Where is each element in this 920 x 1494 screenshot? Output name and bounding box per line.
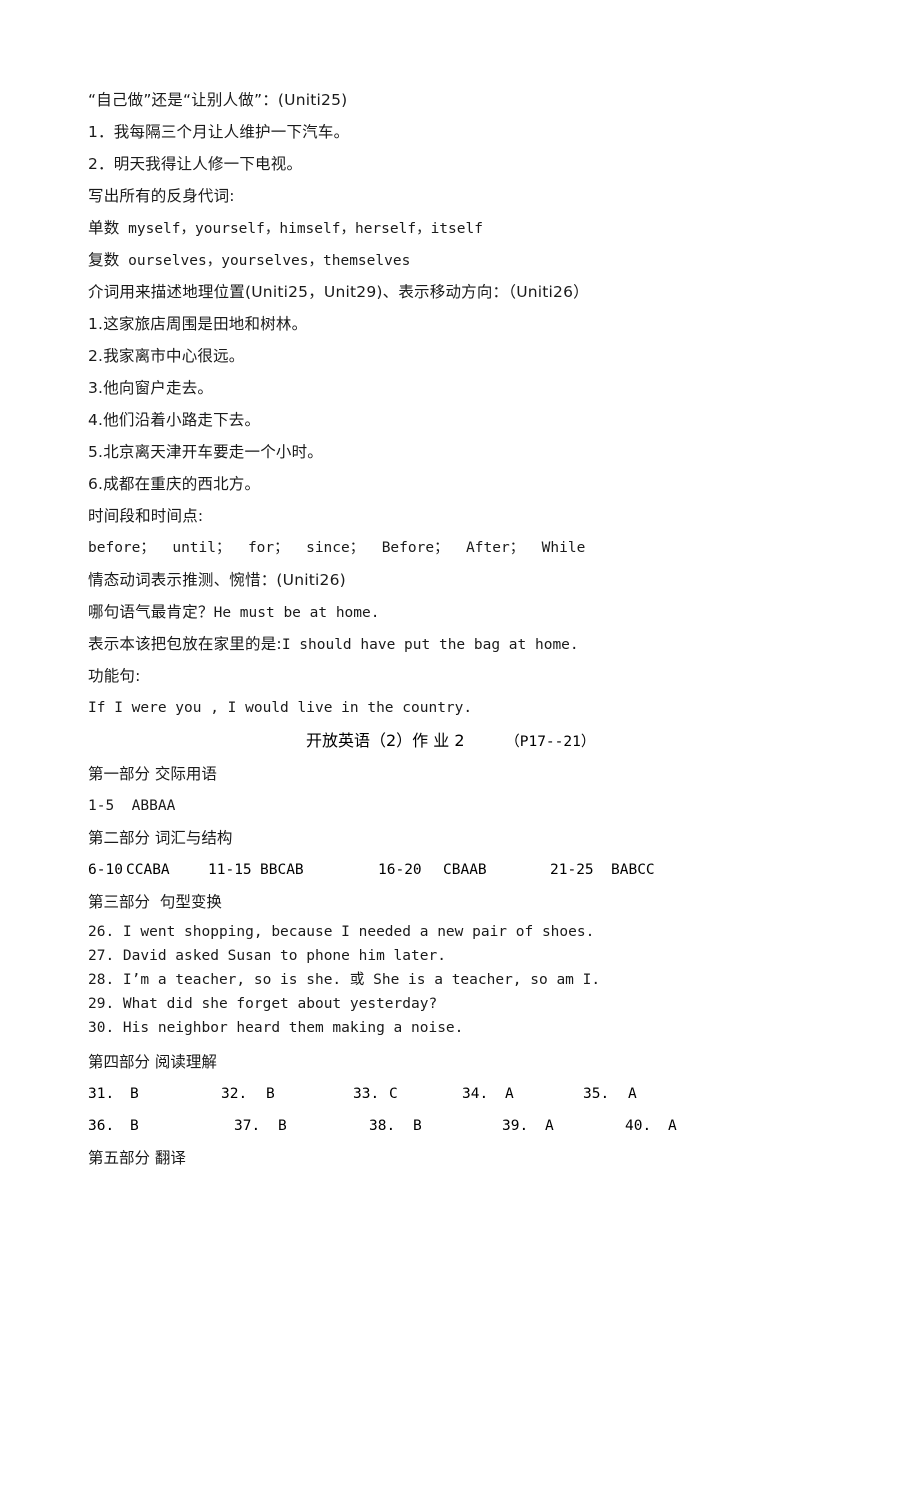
part2-answers: 6-10 CCABA 11-15 BBCAB 16-20 CBAAB 21-25…: [88, 854, 830, 886]
prep-item-3: 3.他向窗户走去。: [88, 379, 214, 397]
part3-item-26: 26. I went shopping, because I needed a …: [88, 924, 595, 940]
part2-letters-1: CCABA: [126, 862, 170, 878]
note-reflexive-plural: 复数 ourselves，yourselves，themselves: [88, 244, 830, 276]
note-modal-question: 哪句语气最肯定？He must be at home.: [88, 596, 830, 628]
regret-label: 表示本该把包放在家里的是:: [88, 635, 282, 653]
plural-label: 复数: [88, 251, 120, 269]
note-topic-modals: 情态动词表示推测、惋惜：(Uniti26): [88, 571, 346, 589]
note-time-label: 时间段和时间点:: [88, 507, 204, 525]
prep-item-1: 1.这家旅店周围是田地和树林。: [88, 315, 308, 333]
part3-item-28: 28. I’m a teacher, so is she. 或 She is a…: [88, 972, 601, 988]
document-page: “自己做”还是“让别人做”：(Uniti25) 1．我每隔三个月让人维护一下汽车…: [0, 0, 920, 1302]
note-function-sentence: If I were you , I would live in the coun…: [88, 700, 473, 716]
note-function-label: 功能句:: [88, 667, 141, 685]
part3-item-29: 29. What did she forget about yesterday?: [88, 996, 438, 1012]
answer-letter-38: B: [413, 1118, 422, 1134]
answer-num-34: 34.: [462, 1086, 489, 1102]
part2-range-1: 6-10: [88, 862, 123, 878]
answer-num-31: 31.: [88, 1086, 115, 1102]
note-reflexive-prompt: 写出所有的反身代词:: [88, 187, 235, 205]
prep-item-6: 6.成都在重庆的西北方。: [88, 475, 261, 493]
part4-answer-row-2: 36. B 37. B 38. B 39. A 40. A: [88, 1110, 830, 1142]
document-body: “自己做”还是“让别人做”：(Uniti25) 1．我每隔三个月让人维护一下汽车…: [88, 84, 830, 1174]
note-causative-item-1: 1．我每隔三个月让人维护一下汽车。: [88, 123, 350, 141]
answer-letter-37: B: [278, 1118, 287, 1134]
part1-title: 第一部分 交际用语: [88, 765, 217, 783]
note-causative-item-2: 2．明天我得让人修一下电视。: [88, 155, 303, 173]
part3-title: 第三部分 句型变换: [88, 893, 222, 911]
part3-item-27: 27. David asked Susan to phone him later…: [88, 948, 446, 964]
answer-num-36: 36.: [88, 1118, 115, 1134]
prep-item-2: 2.我家离市中心很远。: [88, 347, 245, 365]
answer-letter-40: A: [668, 1118, 677, 1134]
part2-letters-4: BABCC: [611, 862, 655, 878]
prep-item-5: 5.北京离天津开车要走一个小时。: [88, 443, 323, 461]
part3-item-30: 30. His neighbor heard them making a noi…: [88, 1020, 464, 1036]
answer-letter-33: C: [389, 1086, 398, 1102]
part5-title: 第五部分 翻译: [88, 1149, 186, 1167]
part2-letters-2: BBCAB: [260, 862, 304, 878]
note-regret-sentence: 表示本该把包放在家里的是:I should have put the bag a…: [88, 628, 830, 660]
answer-num-40: 40.: [625, 1118, 652, 1134]
regret-answer: I should have put the bag at home.: [281, 637, 579, 653]
answer-num-39: 39.: [502, 1118, 529, 1134]
part2-range-2: 11-15: [208, 862, 252, 878]
part2-range-3: 16-20: [378, 862, 422, 878]
part2-title: 第二部分 词汇与结构: [88, 829, 233, 847]
answer-num-33: 33.: [353, 1086, 380, 1102]
singular-value: myself，yourself，himself，herself，itself: [128, 221, 483, 237]
note-topic-causative: “自己做”还是“让别人做”：(Uniti25): [88, 91, 348, 109]
assignment-page-range: （P17--21）: [505, 734, 596, 750]
part2-range-4: 21-25: [550, 862, 594, 878]
prep-item-4: 4.他们沿着小路走下去。: [88, 411, 261, 429]
part4-title: 第四部分 阅读理解: [88, 1053, 217, 1071]
note-reflexive-singular: 单数 myself，yourself，himself，herself，itsel…: [88, 212, 830, 244]
answer-letter-34: A: [505, 1086, 514, 1102]
part2-letters-3: CBAAB: [443, 862, 487, 878]
part4-answer-row-1: 31. B 32. B 33. C 34. A 35. A: [88, 1078, 830, 1110]
plural-value: ourselves，yourselves，themselves: [128, 253, 411, 269]
singular-label: 单数: [88, 219, 120, 237]
answer-letter-36: B: [130, 1118, 139, 1134]
answer-num-38: 38.: [369, 1118, 396, 1134]
modal-question-label: 哪句语气最肯定？: [88, 603, 214, 621]
answer-num-32: 32.: [221, 1086, 248, 1102]
answer-letter-32: B: [266, 1086, 275, 1102]
part1-answers: 1-5 ABBAA: [88, 798, 176, 814]
note-topic-prepositions: 介词用来描述地理位置(Uniti25，Unit29)、表示移动方向：（Uniti…: [88, 283, 589, 301]
answer-num-35: 35.: [583, 1086, 610, 1102]
answer-num-37: 37.: [234, 1118, 261, 1134]
assignment-heading: 开放英语（2）作 业 2 （P17--21）: [88, 724, 830, 758]
assignment-title: 开放英语（2）作 业 2: [306, 731, 465, 750]
answer-letter-35: A: [628, 1086, 637, 1102]
modal-question-answer: He must be at home.: [213, 605, 380, 621]
answer-letter-31: B: [130, 1086, 139, 1102]
note-time-words: before； until； for； since； Before； After…: [88, 540, 586, 556]
answer-letter-39: A: [545, 1118, 554, 1134]
